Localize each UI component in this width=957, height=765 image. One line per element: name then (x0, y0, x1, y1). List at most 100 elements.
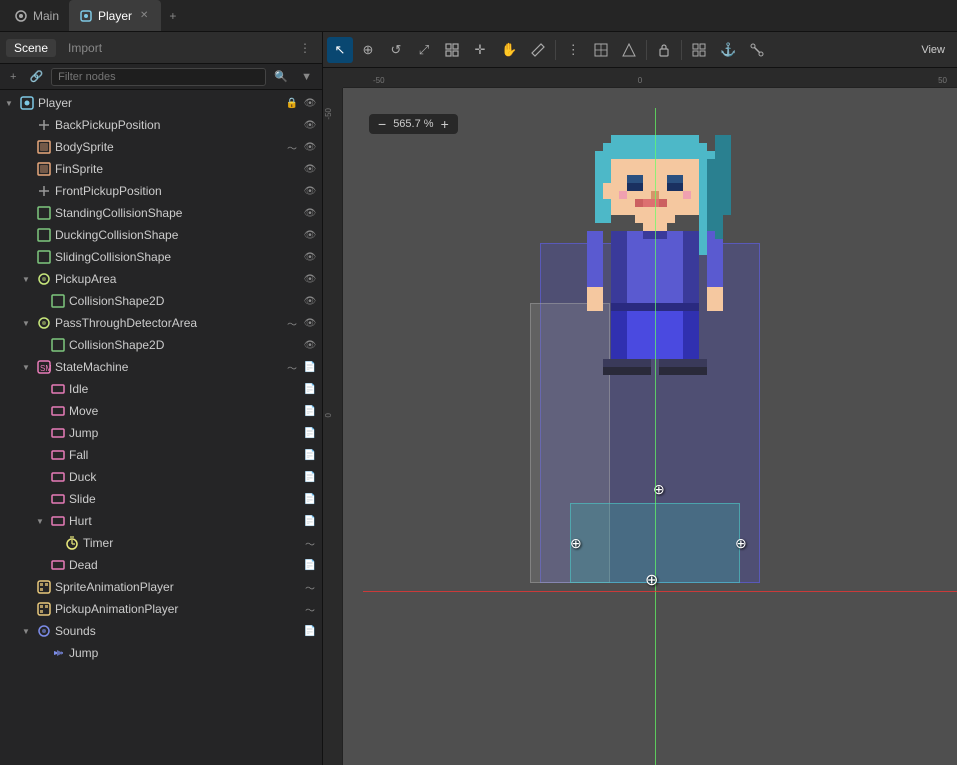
tree-item-dead[interactable]: ▶ Dead 📄 (0, 554, 322, 576)
pan-tool-button[interactable]: ✋ (495, 37, 523, 63)
main-layout: Scene Import ⋮ + 🔗 🔍 ▼ ▼ Player (0, 32, 957, 765)
tree-item-statemachine[interactable]: ▼ SM StateMachine 〜 📄 (0, 356, 322, 378)
tree-item-pickuparea[interactable]: ▼ PickupArea 👁 (0, 268, 322, 290)
eye-icon-bodysprite[interactable]: 👁 (302, 139, 318, 155)
tab-add-button[interactable]: + (161, 5, 184, 27)
icon-passthrough-collision (50, 337, 66, 353)
tree-item-move[interactable]: ▶ Move 📄 (0, 400, 322, 422)
icon-hurt (50, 513, 66, 529)
rotate-tool-button[interactable]: ↺ (383, 37, 409, 63)
tree-item-timer[interactable]: ▶ Timer 〜 (0, 532, 322, 554)
anchor-button[interactable]: ⚓ (714, 37, 742, 63)
expand-statemachine[interactable]: ▼ (19, 360, 33, 374)
viewport: -50 0 50 -50 0 − 565.7 % + (323, 68, 957, 765)
bone-button[interactable] (744, 37, 770, 63)
filter-input[interactable] (51, 68, 266, 86)
icon-finsprite (36, 161, 52, 177)
panel-menu-icon[interactable]: ⋮ (294, 39, 316, 57)
eye-icon-passthrough[interactable]: 👁 (302, 315, 318, 331)
view-button[interactable]: View (913, 41, 953, 59)
tree-item-finsprite[interactable]: ▶ FinSprite 👁 (0, 158, 322, 180)
script-icon-dead: 📄 (302, 557, 318, 573)
tree-item-duck[interactable]: ▶ Duck 📄 (0, 466, 322, 488)
signal-icon-pickupanimation: 〜 (302, 601, 318, 617)
ruler-horizontal: -50 0 50 (343, 68, 957, 88)
tab-player-close[interactable]: ✕ (137, 9, 151, 22)
filter-options-button[interactable]: ▼ (296, 68, 317, 86)
eye-icon-player[interactable]: 👁 (302, 95, 318, 111)
tree-item-spriteanimation[interactable]: ▶ SpriteAnimationPlayer 〜 (0, 576, 322, 598)
tree-item-fall[interactable]: ▶ Fall 📄 (0, 444, 322, 466)
expand-player[interactable]: ▼ (2, 96, 16, 110)
tree-item-frontpickup[interactable]: ▶ FrontPickupPosition 👁 (0, 180, 322, 202)
expand-pickuparea[interactable]: ▼ (19, 272, 33, 286)
eye-icon-finsprite[interactable]: 👁 (302, 161, 318, 177)
add-node-button[interactable]: + (5, 68, 21, 86)
tree-item-slidingcollision[interactable]: ▶ SlidingCollisionShape 👁 (0, 246, 322, 268)
tree-item-sounds[interactable]: ▼ Sounds 📄 (0, 620, 322, 642)
handle-left[interactable]: ⊕ (570, 535, 582, 552)
tree-item-idle[interactable]: ▶ Idle 📄 (0, 378, 322, 400)
vis1-button[interactable] (686, 37, 712, 63)
panel-tab-import[interactable]: Import (60, 39, 110, 57)
tree-label-statemachine: StateMachine (55, 360, 284, 374)
ruler-corner (323, 68, 343, 88)
expand-hurt[interactable]: ▼ (33, 514, 47, 528)
tree-item-hurt[interactable]: ▼ Hurt 📄 (0, 510, 322, 532)
eye-icon-backpickup[interactable]: 👁 (302, 117, 318, 133)
tree-item-passthrough[interactable]: ▼ PassThroughDetectorArea 〜 👁 (0, 312, 322, 334)
tab-main[interactable]: Main (4, 0, 69, 31)
eye-icon-ducking[interactable]: 👁 (302, 227, 318, 243)
tree-label-pickupanimation: PickupAnimationPlayer (55, 602, 302, 616)
snap1-button[interactable]: ⋮ (560, 37, 586, 63)
eye-icon-passthrough-col[interactable]: 👁 (302, 337, 318, 353)
move-tool-button[interactable]: ⊕ (355, 37, 381, 63)
transform-button[interactable] (439, 37, 465, 63)
panel-tab-scene[interactable]: Scene (6, 39, 56, 57)
eye-icon-frontpickup[interactable]: 👁 (302, 183, 318, 199)
icon-duckingcollision (36, 227, 52, 243)
tree-item-backpickup[interactable]: ▶ BackPickupPosition 👁 (0, 114, 322, 136)
select-tool-button[interactable]: ↖ (327, 37, 353, 63)
tree-label-move: Move (69, 404, 302, 418)
script-icon-sounds: 📄 (302, 623, 318, 639)
tree-item-slide[interactable]: ▶ Slide 📄 (0, 488, 322, 510)
lock-button[interactable] (651, 37, 677, 63)
player-tab-icon (79, 9, 93, 23)
tree-item-player[interactable]: ▼ Player 🔒 👁 (0, 92, 322, 114)
handle-right[interactable]: ⊕ (735, 535, 747, 552)
tree-label-passthrough: PassThroughDetectorArea (55, 316, 284, 330)
tree-item-standingcollision[interactable]: ▶ StandingCollisionShape 👁 (0, 202, 322, 224)
svg-text:SM: SM (40, 364, 51, 373)
zoom-control: − 565.7 % + (369, 114, 458, 134)
zoom-in-button[interactable]: + (438, 116, 452, 132)
search-button[interactable]: 🔍 (269, 67, 293, 86)
eye-icon-pickuparea[interactable]: 👁 (302, 271, 318, 287)
move-handle[interactable]: ⊕ (645, 570, 658, 590)
snap2-button[interactable] (588, 37, 614, 63)
zoom-out-button[interactable]: − (375, 116, 389, 132)
tab-player[interactable]: Player ✕ (69, 0, 161, 31)
ruler-tool-button[interactable] (525, 37, 551, 63)
expand-passthrough[interactable]: ▼ (19, 316, 33, 330)
tree-item-pickupanimation[interactable]: ▶ PickupAnimationPlayer 〜 (0, 598, 322, 620)
icon-fall (50, 447, 66, 463)
eye-icon-pickup-col[interactable]: 👁 (302, 293, 318, 309)
scene-icon (14, 9, 28, 23)
tree-label-duck: Duck (69, 470, 302, 484)
eye-icon-sliding[interactable]: 👁 (302, 249, 318, 265)
tree-item-duckingcollision[interactable]: ▶ DuckingCollisionShape 👁 (0, 224, 322, 246)
expand-sounds[interactable]: ▼ (19, 624, 33, 638)
snap3-button[interactable] (616, 37, 642, 63)
eye-icon-standing[interactable]: 👁 (302, 205, 318, 221)
pivot-button[interactable]: ✛ (467, 37, 493, 63)
tree-item-passthrough-collision[interactable]: ▶ CollisionShape2D 👁 (0, 334, 322, 356)
tree-item-bodysprite[interactable]: ▶ BodySprite 〜 👁 (0, 136, 322, 158)
link-button[interactable]: 🔗 (24, 67, 48, 86)
icon-slidingcollision (36, 249, 52, 265)
scale-tool-button[interactable]: ⤢ (411, 37, 437, 63)
tree-item-pickup-collision[interactable]: ▶ CollisionShape2D 👁 (0, 290, 322, 312)
script-icon-hurt: 📄 (302, 513, 318, 529)
tree-item-jump-sound[interactable]: ▶ Jump (0, 642, 322, 664)
tree-item-jump[interactable]: ▶ Jump 📄 (0, 422, 322, 444)
